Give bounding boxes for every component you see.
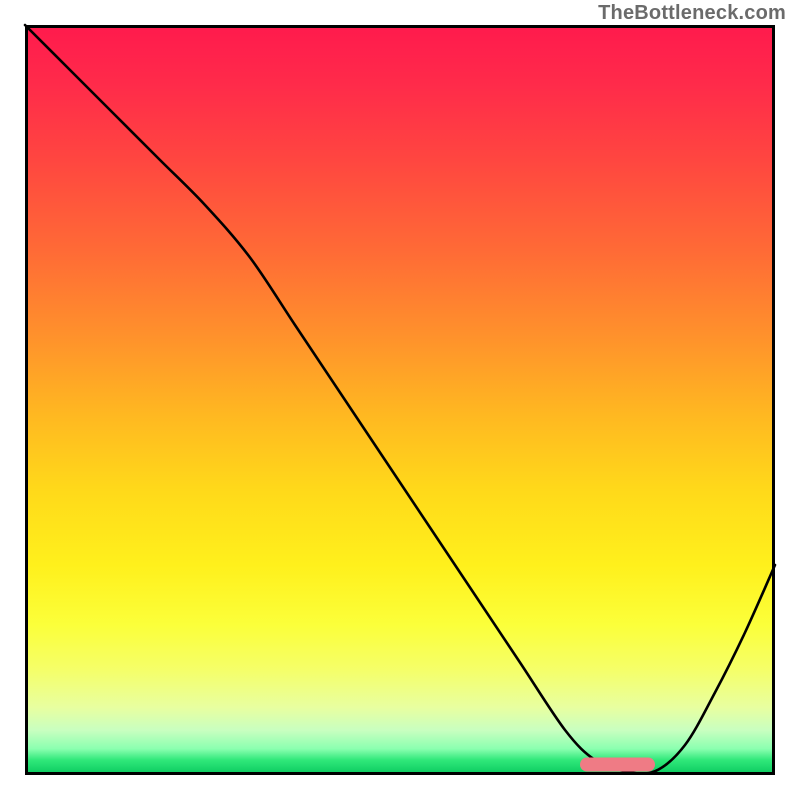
chart-plot-area [25, 25, 775, 775]
watermark-text: TheBottleneck.com [598, 2, 786, 25]
chart-svg [25, 25, 775, 775]
bottleneck-curve [25, 25, 775, 774]
optimal-range-marker [580, 758, 655, 772]
